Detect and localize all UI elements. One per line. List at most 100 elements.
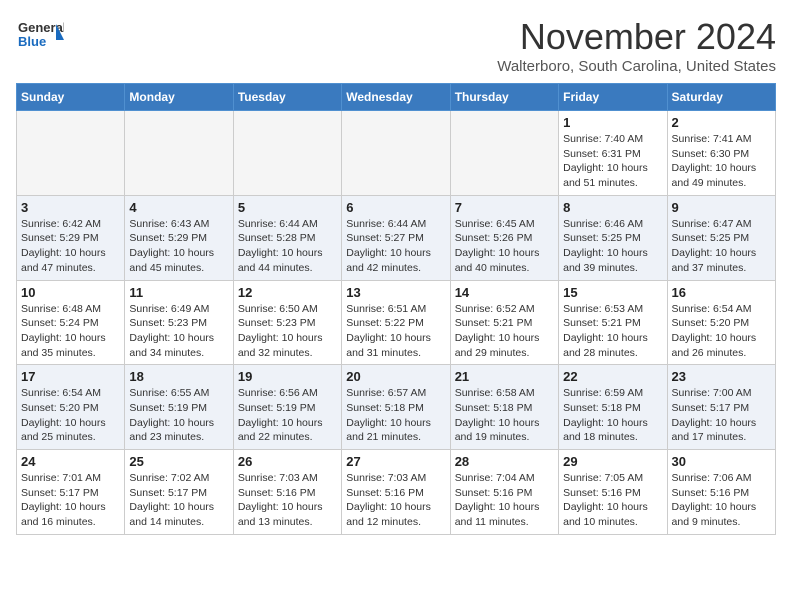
day-number: 21	[455, 369, 554, 384]
calendar-cell: 4Sunrise: 6:43 AM Sunset: 5:29 PM Daylig…	[125, 195, 233, 280]
calendar-cell: 27 Sunrise: 7:03 AM Sunset: 5:16 PM Dayli…	[342, 450, 450, 535]
day-info: Sunrise: 7:03 AM Sunset: 5:16 PM Dayligh…	[346, 471, 445, 530]
calendar-cell: 20 Sunrise: 6:57 AM Sunset: 5:18 PM Dayli…	[342, 365, 450, 450]
calendar-cell: 1 Sunrise: 7:40 AM Sunset: 6:31 PM Daylig…	[559, 111, 667, 196]
page-header: General Blue November 2024 Walterboro, S…	[16, 16, 776, 75]
calendar-cell	[17, 111, 125, 196]
day-info: Sunrise: 7:02 AM Sunset: 5:17 PM Dayligh…	[129, 471, 228, 530]
day-number: 25	[129, 454, 228, 469]
day-number: 22	[563, 369, 662, 384]
month-title: November 2024	[497, 16, 776, 58]
calendar-header-row: SundayMondayTuesdayWednesdayThursdayFrid…	[17, 84, 776, 111]
day-number: 2	[672, 115, 771, 130]
logo-icon: General Blue	[16, 16, 64, 61]
calendar-cell: 29 Sunrise: 7:05 AM Sunset: 5:16 PM Dayli…	[559, 450, 667, 535]
day-info: Sunrise: 7:00 AM Sunset: 5:17 PM Dayligh…	[672, 386, 771, 445]
day-info: Sunrise: 7:05 AM Sunset: 5:16 PM Dayligh…	[563, 471, 662, 530]
day-number: 23	[672, 369, 771, 384]
day-number: 1	[563, 115, 662, 130]
day-number: 14	[455, 285, 554, 300]
day-info: Sunrise: 6:54 AM Sunset: 5:20 PM Dayligh…	[672, 302, 771, 361]
day-info: Sunrise: 6:58 AM Sunset: 5:18 PM Dayligh…	[455, 386, 554, 445]
day-info: Sunrise: 6:47 AM Sunset: 5:25 PM Dayligh…	[672, 217, 771, 276]
day-number: 28	[455, 454, 554, 469]
day-number: 12	[238, 285, 337, 300]
day-number: 15	[563, 285, 662, 300]
calendar-week-row: 3Sunrise: 6:42 AM Sunset: 5:29 PM Daylig…	[17, 195, 776, 280]
day-info: Sunrise: 7:06 AM Sunset: 5:16 PM Dayligh…	[672, 471, 771, 530]
calendar-cell	[342, 111, 450, 196]
day-number: 20	[346, 369, 445, 384]
calendar-cell: 23 Sunrise: 7:00 AM Sunset: 5:17 PM Dayli…	[667, 365, 775, 450]
calendar-week-row: 1 Sunrise: 7:40 AM Sunset: 6:31 PM Daylig…	[17, 111, 776, 196]
calendar-cell: 9 Sunrise: 6:47 AM Sunset: 5:25 PM Daylig…	[667, 195, 775, 280]
calendar-week-row: 24Sunrise: 7:01 AM Sunset: 5:17 PM Dayli…	[17, 450, 776, 535]
day-info: Sunrise: 6:42 AM Sunset: 5:29 PM Dayligh…	[21, 217, 120, 276]
day-number: 30	[672, 454, 771, 469]
column-header-thursday: Thursday	[450, 84, 558, 111]
calendar-cell: 24Sunrise: 7:01 AM Sunset: 5:17 PM Dayli…	[17, 450, 125, 535]
calendar-cell: 10Sunrise: 6:48 AM Sunset: 5:24 PM Dayli…	[17, 280, 125, 365]
day-number: 19	[238, 369, 337, 384]
calendar-cell: 3Sunrise: 6:42 AM Sunset: 5:29 PM Daylig…	[17, 195, 125, 280]
column-header-sunday: Sunday	[17, 84, 125, 111]
day-number: 17	[21, 369, 120, 384]
calendar-cell: 19 Sunrise: 6:56 AM Sunset: 5:19 PM Dayli…	[233, 365, 341, 450]
calendar-cell: 16 Sunrise: 6:54 AM Sunset: 5:20 PM Dayli…	[667, 280, 775, 365]
calendar-cell: 22 Sunrise: 6:59 AM Sunset: 5:18 PM Dayli…	[559, 365, 667, 450]
day-info: Sunrise: 6:57 AM Sunset: 5:18 PM Dayligh…	[346, 386, 445, 445]
day-number: 16	[672, 285, 771, 300]
day-info: Sunrise: 7:41 AM Sunset: 6:30 PM Dayligh…	[672, 132, 771, 191]
day-number: 6	[346, 200, 445, 215]
calendar-week-row: 10Sunrise: 6:48 AM Sunset: 5:24 PM Dayli…	[17, 280, 776, 365]
day-info: Sunrise: 6:50 AM Sunset: 5:23 PM Dayligh…	[238, 302, 337, 361]
day-info: Sunrise: 6:55 AM Sunset: 5:19 PM Dayligh…	[129, 386, 228, 445]
day-number: 9	[672, 200, 771, 215]
calendar-cell: 28 Sunrise: 7:04 AM Sunset: 5:16 PM Dayli…	[450, 450, 558, 535]
day-number: 29	[563, 454, 662, 469]
day-number: 5	[238, 200, 337, 215]
calendar-cell	[450, 111, 558, 196]
day-info: Sunrise: 6:53 AM Sunset: 5:21 PM Dayligh…	[563, 302, 662, 361]
calendar-cell: 13 Sunrise: 6:51 AM Sunset: 5:22 PM Dayli…	[342, 280, 450, 365]
day-number: 27	[346, 454, 445, 469]
day-info: Sunrise: 6:56 AM Sunset: 5:19 PM Dayligh…	[238, 386, 337, 445]
calendar-cell: 7 Sunrise: 6:45 AM Sunset: 5:26 PM Daylig…	[450, 195, 558, 280]
calendar-cell: 18Sunrise: 6:55 AM Sunset: 5:19 PM Dayli…	[125, 365, 233, 450]
logo: General Blue	[16, 16, 64, 61]
calendar-cell: 6 Sunrise: 6:44 AM Sunset: 5:27 PM Daylig…	[342, 195, 450, 280]
calendar-cell: 21 Sunrise: 6:58 AM Sunset: 5:18 PM Dayli…	[450, 365, 558, 450]
day-info: Sunrise: 6:51 AM Sunset: 5:22 PM Dayligh…	[346, 302, 445, 361]
day-number: 26	[238, 454, 337, 469]
calendar-cell: 8 Sunrise: 6:46 AM Sunset: 5:25 PM Daylig…	[559, 195, 667, 280]
day-info: Sunrise: 7:04 AM Sunset: 5:16 PM Dayligh…	[455, 471, 554, 530]
calendar-cell: 17 Sunrise: 6:54 AM Sunset: 5:20 PM Dayli…	[17, 365, 125, 450]
calendar-cell: 2 Sunrise: 7:41 AM Sunset: 6:30 PM Daylig…	[667, 111, 775, 196]
calendar-cell: 12 Sunrise: 6:50 AM Sunset: 5:23 PM Dayli…	[233, 280, 341, 365]
day-number: 8	[563, 200, 662, 215]
column-header-saturday: Saturday	[667, 84, 775, 111]
day-number: 13	[346, 285, 445, 300]
svg-text:Blue: Blue	[18, 34, 46, 49]
column-header-tuesday: Tuesday	[233, 84, 341, 111]
day-number: 10	[21, 285, 120, 300]
calendar-cell: 30 Sunrise: 7:06 AM Sunset: 5:16 PM Dayli…	[667, 450, 775, 535]
calendar-cell: 15 Sunrise: 6:53 AM Sunset: 5:21 PM Dayli…	[559, 280, 667, 365]
day-info: Sunrise: 6:44 AM Sunset: 5:27 PM Dayligh…	[346, 217, 445, 276]
day-info: Sunrise: 6:45 AM Sunset: 5:26 PM Dayligh…	[455, 217, 554, 276]
day-info: Sunrise: 7:40 AM Sunset: 6:31 PM Dayligh…	[563, 132, 662, 191]
calendar-cell	[233, 111, 341, 196]
day-info: Sunrise: 7:01 AM Sunset: 5:17 PM Dayligh…	[21, 471, 120, 530]
day-number: 4	[129, 200, 228, 215]
column-header-friday: Friday	[559, 84, 667, 111]
calendar-cell: 25 Sunrise: 7:02 AM Sunset: 5:17 PM Dayli…	[125, 450, 233, 535]
location-subtitle: Walterboro, South Carolina, United State…	[497, 58, 776, 75]
day-info: Sunrise: 6:54 AM Sunset: 5:20 PM Dayligh…	[21, 386, 120, 445]
day-number: 11	[129, 285, 228, 300]
day-info: Sunrise: 6:46 AM Sunset: 5:25 PM Dayligh…	[563, 217, 662, 276]
day-info: Sunrise: 6:59 AM Sunset: 5:18 PM Dayligh…	[563, 386, 662, 445]
day-number: 7	[455, 200, 554, 215]
day-info: Sunrise: 6:44 AM Sunset: 5:28 PM Dayligh…	[238, 217, 337, 276]
day-info: Sunrise: 7:03 AM Sunset: 5:16 PM Dayligh…	[238, 471, 337, 530]
calendar-cell: 26 Sunrise: 7:03 AM Sunset: 5:16 PM Dayli…	[233, 450, 341, 535]
